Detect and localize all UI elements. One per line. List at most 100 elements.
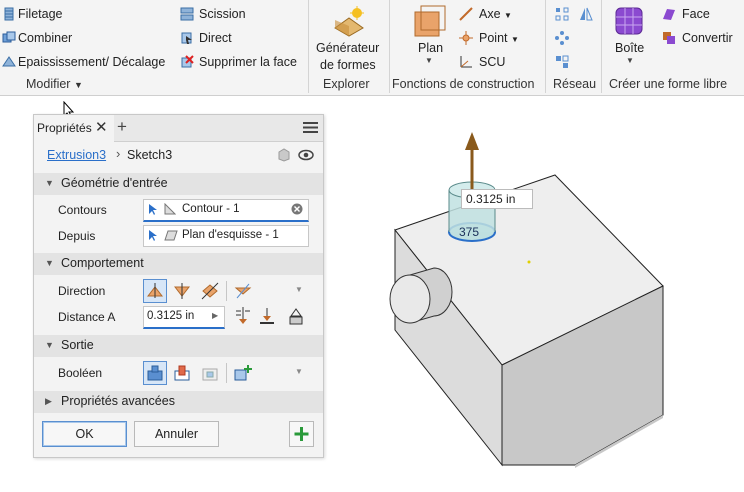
- boite-icon: [613, 5, 645, 37]
- scu-icon: [459, 55, 473, 69]
- cancel-button[interactable]: Annuler: [134, 421, 219, 447]
- expand-triangle-icon: ▶: [45, 396, 52, 406]
- face-icon: [662, 7, 676, 21]
- reseau-group-label: Réseau: [553, 77, 597, 91]
- chevron-right-icon: ›: [116, 146, 121, 161]
- breadcrumb-feature[interactable]: Extrusion3: [47, 148, 106, 162]
- collapse-triangle-icon: ▼: [45, 258, 54, 268]
- plan-button[interactable]: Plan: [418, 41, 443, 55]
- direction-asymmetric-button[interactable]: [232, 280, 254, 302]
- select-arrow-icon: [148, 203, 158, 219]
- to-face-button[interactable]: [285, 305, 307, 327]
- distance-input[interactable]: 0.3125 in ▶: [143, 306, 225, 329]
- convertir-icon: [662, 31, 676, 45]
- distance-extents-button[interactable]: [232, 305, 254, 327]
- boolean-cut-button[interactable]: [171, 362, 193, 384]
- epaississement-button[interactable]: Epaississement/ Décalage: [18, 55, 165, 69]
- direction-flipped-button[interactable]: [171, 280, 193, 302]
- breadcrumb-sketch[interactable]: Sketch3: [127, 148, 172, 162]
- depuis-selector[interactable]: Plan d'esquisse - 1: [143, 225, 309, 247]
- plan-icon: [414, 5, 446, 37]
- to-next-button[interactable]: [256, 305, 278, 327]
- ribbon-separator: [308, 0, 309, 93]
- chevron-right-icon[interactable]: ▶: [212, 311, 218, 320]
- chevron-down-icon[interactable]: ▼: [295, 367, 303, 376]
- axe-button[interactable]: Axe ▼: [479, 7, 512, 21]
- convertir-button[interactable]: Convertir: [682, 31, 733, 45]
- rectangular-pattern-icon[interactable]: [555, 7, 569, 21]
- scu-button[interactable]: SCU: [479, 55, 505, 69]
- profile-icon: [164, 202, 177, 218]
- collapse-triangle-icon: ▼: [45, 178, 54, 188]
- dimension-input[interactable]: 0.3125 in: [461, 189, 533, 209]
- combiner-icon: [2, 31, 16, 45]
- epaississement-icon: [2, 55, 16, 69]
- depuis-value: Plan d'esquisse - 1: [182, 229, 279, 241]
- chevron-down-icon: ▼: [510, 35, 519, 44]
- section-output[interactable]: ▼ Sortie: [34, 335, 323, 357]
- scission-icon: [180, 7, 194, 21]
- boite-button[interactable]: Boîte: [615, 41, 644, 55]
- section-behavior[interactable]: ▼ Comportement: [34, 253, 323, 275]
- ribbon-separator: [389, 0, 390, 93]
- contours-value: Contour - 1: [182, 203, 240, 215]
- supprimer-face-button[interactable]: Supprimer la face: [199, 55, 297, 69]
- circular-pattern-icon[interactable]: [555, 31, 569, 45]
- collapse-triangle-icon: ▼: [45, 340, 54, 350]
- sketch-pattern-icon[interactable]: [555, 55, 569, 69]
- contours-selector[interactable]: Contour - 1: [143, 199, 309, 222]
- ribbon-separator: [601, 0, 602, 93]
- boolean-label: Booléen: [58, 366, 103, 380]
- depuis-label: Depuis: [58, 229, 96, 243]
- center-marker: [527, 260, 531, 264]
- cube-icon[interactable]: [277, 148, 291, 165]
- chevron-down-icon: ▼: [626, 56, 634, 65]
- scission-button[interactable]: Scission: [199, 7, 246, 21]
- tab-properties-label: Propriétés: [37, 121, 92, 135]
- boolean-intersect-button[interactable]: [199, 362, 221, 384]
- mirror-icon[interactable]: [579, 7, 593, 21]
- explorer-group-label: Explorer: [323, 77, 370, 91]
- eye-icon[interactable]: [298, 149, 314, 164]
- toolbar-divider: [226, 363, 227, 383]
- generateur-formes-icon: [333, 6, 365, 38]
- ok-button[interactable]: OK: [42, 421, 127, 447]
- chevron-down-icon: ▼: [504, 11, 512, 20]
- axe-icon: [459, 7, 473, 21]
- arrow-head-icon[interactable]: [465, 132, 479, 150]
- direct-button[interactable]: Direct: [199, 31, 232, 45]
- combiner-button[interactable]: Combiner: [18, 31, 72, 45]
- filetage-button[interactable]: Filetage: [18, 7, 62, 21]
- generateur-formes-button[interactable]: Générateur: [316, 41, 379, 55]
- boolean-join-button[interactable]: [143, 361, 167, 385]
- direction-default-button[interactable]: [143, 279, 167, 303]
- tab-properties[interactable]: Propriétés ✕: [34, 115, 114, 142]
- boolean-new-solid-button[interactable]: [232, 362, 254, 384]
- supprimer-face-icon: [180, 55, 194, 69]
- modifier-group-label[interactable]: Modifier ▼: [26, 77, 83, 91]
- dimension-label: 375: [459, 225, 480, 239]
- section-geometry[interactable]: ▼ Géométrie d'entrée: [34, 173, 323, 195]
- add-tab-icon[interactable]: +: [117, 117, 127, 137]
- section-advanced[interactable]: ▶ Propriétés avancées: [34, 391, 323, 413]
- side-boss-face[interactable]: [389, 274, 431, 324]
- forme-libre-group-label: Créer une forme libre: [609, 77, 728, 91]
- face-button[interactable]: Face: [682, 7, 710, 21]
- distance-value: 0.3125 in: [147, 310, 195, 322]
- model-viewport[interactable]: [330, 100, 744, 492]
- distance-label: Distance A: [58, 310, 116, 324]
- point-button[interactable]: Point ▼: [479, 31, 519, 45]
- generateur-formes-button-line2[interactable]: de formes: [320, 58, 376, 72]
- ribbon-separator: [545, 0, 546, 93]
- plus-icon: [294, 427, 309, 441]
- close-icon[interactable]: ✕: [95, 118, 108, 136]
- chevron-down-icon: ▼: [73, 80, 83, 90]
- direction-symmetric-button[interactable]: [199, 280, 221, 302]
- chevron-down-icon[interactable]: ▼: [295, 285, 303, 294]
- add-button[interactable]: [289, 421, 314, 447]
- menu-icon[interactable]: [303, 121, 318, 137]
- ribbon: Filetage Combiner Epaississement/ Décala…: [0, 0, 744, 96]
- clear-icon[interactable]: [291, 203, 303, 218]
- select-arrow-icon: [148, 229, 158, 245]
- chevron-down-icon: ▼: [425, 56, 433, 65]
